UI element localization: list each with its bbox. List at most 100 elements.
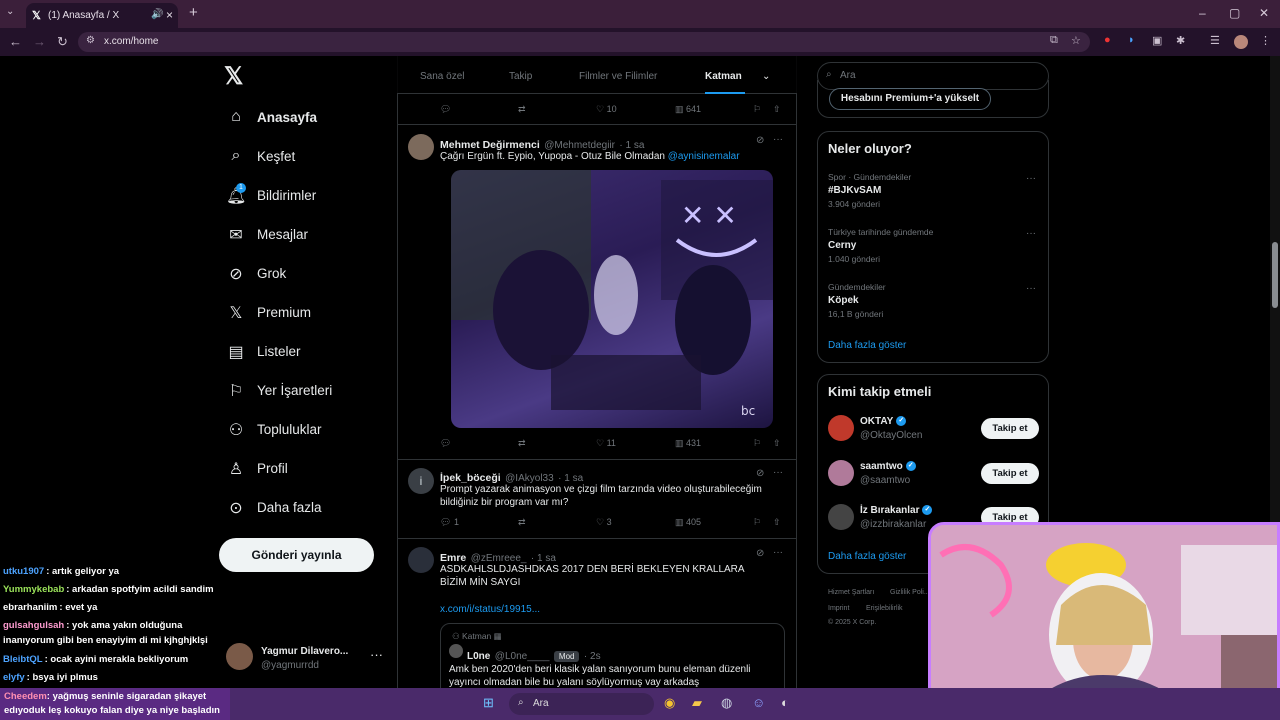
nav-item-communities[interactable]: ⚇ Topluluklar <box>226 418 376 448</box>
grok-icon[interactable]: ⊘ <box>756 135 764 146</box>
nav-item-explore[interactable]: ⌕ Keşfet <box>226 145 376 175</box>
footer-link[interactable]: Hizmet Şartları <box>828 589 874 596</box>
bookmark-icon[interactable]: ⚐ <box>753 438 761 449</box>
avatar[interactable] <box>828 460 854 486</box>
forward-button[interactable]: → <box>33 34 46 49</box>
repost-icon[interactable]: ⇄ <box>518 104 526 115</box>
tab-for-you[interactable]: Sana özel <box>420 71 464 82</box>
nav-item-profile[interactable]: ♙ Profil <box>226 457 376 487</box>
browser-tab[interactable]: 𝕏 (1) Anasayfa / X 🔊 × <box>26 3 178 28</box>
video-player[interactable]: ✕ ✕ bc <box>451 170 773 428</box>
avatar[interactable]: i <box>408 468 434 494</box>
minimize-button[interactable]: – <box>1199 6 1206 20</box>
new-tab-button[interactable]: + <box>189 4 198 21</box>
install-app-icon[interactable]: ⧉ <box>1050 34 1058 47</box>
tab-search-icon[interactable]: ⌄ <box>6 6 14 17</box>
more-icon[interactable]: ··· <box>1026 283 1036 294</box>
nav-item-grok[interactable]: ⊘ Grok <box>226 262 376 292</box>
status-link[interactable]: x.com/i/status/19915... <box>440 603 540 616</box>
like-icon[interactable]: ♡ 3 <box>596 517 612 528</box>
suggested-user[interactable]: saamtwo ✓ @saamtwo <box>860 461 916 486</box>
share-icon[interactable]: ⇧ <box>773 104 781 115</box>
avatar[interactable] <box>408 547 434 573</box>
nav-item-bookmarks[interactable]: ⚐ Yer İşaretleri <box>226 379 376 409</box>
more-icon[interactable]: ··· <box>1026 173 1036 184</box>
extension-red-icon[interactable]: ● <box>1104 34 1111 46</box>
post-button[interactable]: Gönderi yayınla <box>219 538 374 572</box>
bookmark-icon[interactable]: ⚐ <box>753 104 761 115</box>
scrollbar-thumb[interactable] <box>1272 242 1278 308</box>
show-more-trends-link[interactable]: Daha fazla göster <box>828 340 906 351</box>
trend-item[interactable]: Gündemdekiler Köpek 16,1 B gönderi <box>828 282 886 319</box>
file-explorer-icon[interactable]: ▰ <box>692 695 702 711</box>
extension-icon[interactable]: ▣ <box>1152 34 1162 47</box>
url-field[interactable]: ⚙ x.com/home <box>78 32 1090 52</box>
windows-start-icon[interactable]: ⊞ <box>483 695 494 711</box>
reading-list-icon[interactable]: ☰ <box>1210 34 1220 47</box>
grok-icon[interactable]: ⊘ <box>756 548 764 559</box>
trend-item[interactable]: Spor · Gündemdekiler #BJKvSAM 3.904 gönd… <box>828 172 911 209</box>
follow-button[interactable]: Takip et <box>981 418 1039 439</box>
audio-icon[interactable]: 🔊 <box>151 9 163 20</box>
nav-item-lists[interactable]: ▤ Listeler <box>226 340 376 370</box>
repost-icon[interactable]: ⇄ <box>518 517 526 528</box>
reply-icon[interactable]: 💬︎ <box>440 104 451 115</box>
footer-link[interactable]: Gizlilik Poli... <box>890 589 930 596</box>
reload-button[interactable]: ↻ <box>57 34 68 50</box>
avatar[interactable] <box>828 415 854 441</box>
reply-icon[interactable]: 💬︎ <box>440 438 451 449</box>
bookmark-star-icon[interactable]: ☆ <box>1071 34 1081 47</box>
reply-icon[interactable]: 💬︎ 1 <box>440 517 459 528</box>
suggested-user[interactable]: OKTAY ✓ @OktayOlcen <box>860 416 922 441</box>
more-icon[interactable]: ··· <box>773 134 783 145</box>
tab-films[interactable]: Filmler ve Filimler <box>579 71 657 82</box>
trend-item[interactable]: Türkiye tarihinde gündemde Cerny 1.040 g… <box>828 227 933 264</box>
footer-link[interactable]: Imprint <box>828 605 849 612</box>
like-icon[interactable]: ♡ 10 <box>596 104 617 115</box>
more-icon[interactable]: ··· <box>370 647 383 662</box>
extension-audio-icon[interactable]: ◗ <box>1128 34 1135 46</box>
bookmark-icon[interactable]: ⚐ <box>753 517 761 528</box>
mention-link[interactable]: @aynisinemalar <box>668 151 740 162</box>
maximize-button[interactable]: ▢ <box>1229 6 1240 20</box>
discord-icon[interactable]: ☺ <box>752 695 765 710</box>
back-button[interactable]: ← <box>9 34 22 49</box>
x-logo-icon[interactable]: 𝕏 <box>224 62 243 91</box>
upgrade-premium-button[interactable]: Hesabını Premium+'a yükselt <box>829 88 991 110</box>
taskbar-search[interactable]: ⌕ Ara <box>509 693 654 715</box>
chrome-icon[interactable]: ◉ <box>664 695 675 711</box>
profile-avatar[interactable] <box>1234 35 1248 49</box>
app-icon[interactable]: ◐ <box>781 695 789 710</box>
chevron-down-icon[interactable]: ⌄ <box>762 71 770 82</box>
share-icon[interactable]: ⇧ <box>773 517 781 528</box>
close-tab-icon[interactable]: × <box>166 8 173 22</box>
grok-icon[interactable]: ⊘ <box>756 468 764 479</box>
nav-item-premium[interactable]: 𝕏 Premium <box>226 301 376 331</box>
browser-menu-icon[interactable]: ⋮ <box>1260 34 1271 47</box>
views-icon[interactable]: ▥ 641 <box>675 104 701 115</box>
extensions-puzzle-icon[interactable]: ✱ <box>1176 34 1185 47</box>
more-icon[interactable]: ··· <box>773 467 783 478</box>
steam-icon[interactable]: ◍ <box>721 695 732 711</box>
close-window-button[interactable]: ✕ <box>1259 6 1269 20</box>
tab-following[interactable]: Takip <box>509 71 532 82</box>
follow-button[interactable]: Takip et <box>981 463 1039 484</box>
more-icon[interactable]: ··· <box>1026 228 1036 239</box>
like-icon[interactable]: ♡ 11 <box>596 438 616 449</box>
show-more-follow-link[interactable]: Daha fazla göster <box>828 551 906 562</box>
nav-item-more[interactable]: ⊙ Daha fazla <box>226 496 376 526</box>
share-icon[interactable]: ⇧ <box>773 438 781 449</box>
repost-icon[interactable]: ⇄ <box>518 438 526 449</box>
avatar[interactable] <box>828 504 854 530</box>
views-icon[interactable]: ▥ 405 <box>675 517 701 528</box>
nav-item-home[interactable]: ⌂ Anasayfa <box>226 106 376 136</box>
nav-item-notifications[interactable]: 🔔︎ Bildirimler <box>226 184 376 214</box>
nav-item-messages[interactable]: ✉ Mesajlar <box>226 223 376 253</box>
more-icon[interactable]: ··· <box>773 547 783 558</box>
footer-link[interactable]: Erişilebilirlik <box>866 605 903 612</box>
account-switcher[interactable]: Yagmur Dilavero... @yagmurrdd ··· <box>226 643 396 677</box>
site-info-icon[interactable]: ⚙ <box>86 35 95 46</box>
avatar[interactable] <box>408 134 434 160</box>
tab-katman[interactable]: Katman <box>705 71 742 82</box>
suggested-user[interactable]: İz Bırakanlar ✓ @izzbirakanlar <box>860 505 933 530</box>
